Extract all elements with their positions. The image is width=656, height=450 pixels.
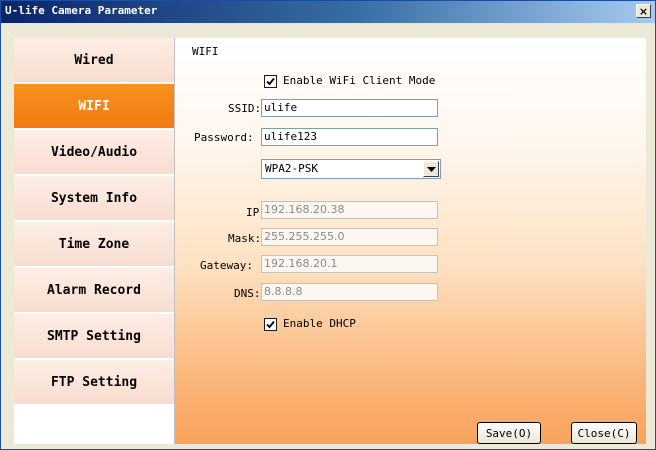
ssid-label: SSID: [228, 102, 262, 115]
dns-input[interactable]: 8.8.8.8 [261, 283, 438, 301]
mask-label: Mask: [228, 232, 262, 245]
sidebar: Wired WIFI Video/Audio System Info Time … [14, 38, 175, 444]
gateway-input[interactable]: 192.168.20.1 [261, 255, 438, 273]
window-title: U-life Camera Parameter [5, 4, 158, 17]
section-title: WIFI [192, 45, 219, 58]
close-icon[interactable]: × [636, 4, 651, 18]
check-icon [266, 77, 275, 86]
close-button[interactable]: Close(C) [571, 422, 637, 444]
chevron-down-icon[interactable] [423, 161, 439, 177]
title-bar[interactable]: U-life Camera Parameter × [1, 1, 655, 23]
security-mode-select[interactable]: WPA2-PSK [261, 159, 441, 179]
sidebar-item-time-zone[interactable]: Time Zone [14, 222, 174, 267]
check-icon [266, 320, 275, 329]
gateway-label: Gateway: [200, 259, 253, 272]
sidebar-item-video-audio[interactable]: Video/Audio [14, 130, 174, 175]
ip-input[interactable]: 192.168.20.38 [261, 201, 438, 219]
enable-dhcp-label: Enable DHCP [283, 317, 356, 330]
ssid-input[interactable]: ulife [261, 99, 438, 117]
dns-label: DNS: [234, 287, 261, 300]
enable-dhcp-checkbox[interactable] [264, 318, 277, 331]
sidebar-item-ftp-setting[interactable]: FTP Setting [14, 360, 174, 405]
security-mode-value: WPA2-PSK [265, 162, 318, 175]
sidebar-item-system-info[interactable]: System Info [14, 176, 174, 221]
mask-input[interactable]: 255.255.255.0 [261, 228, 438, 246]
password-input[interactable]: ulife123 [261, 128, 438, 146]
sidebar-item-smtp-setting[interactable]: SMTP Setting [14, 314, 174, 359]
password-label: Password: [194, 131, 254, 144]
enable-wifi-client-label: Enable WiFi Client Mode [283, 74, 436, 87]
save-button[interactable]: Save(O) [477, 422, 541, 444]
sidebar-item-wired[interactable]: Wired [14, 38, 174, 83]
wifi-panel: WIFI Enable WiFi Client Mode SSID: ulife… [175, 38, 646, 444]
sidebar-item-alarm-record[interactable]: Alarm Record [14, 268, 174, 313]
sidebar-item-wifi[interactable]: WIFI [14, 84, 174, 129]
enable-wifi-client-checkbox[interactable] [264, 75, 277, 88]
